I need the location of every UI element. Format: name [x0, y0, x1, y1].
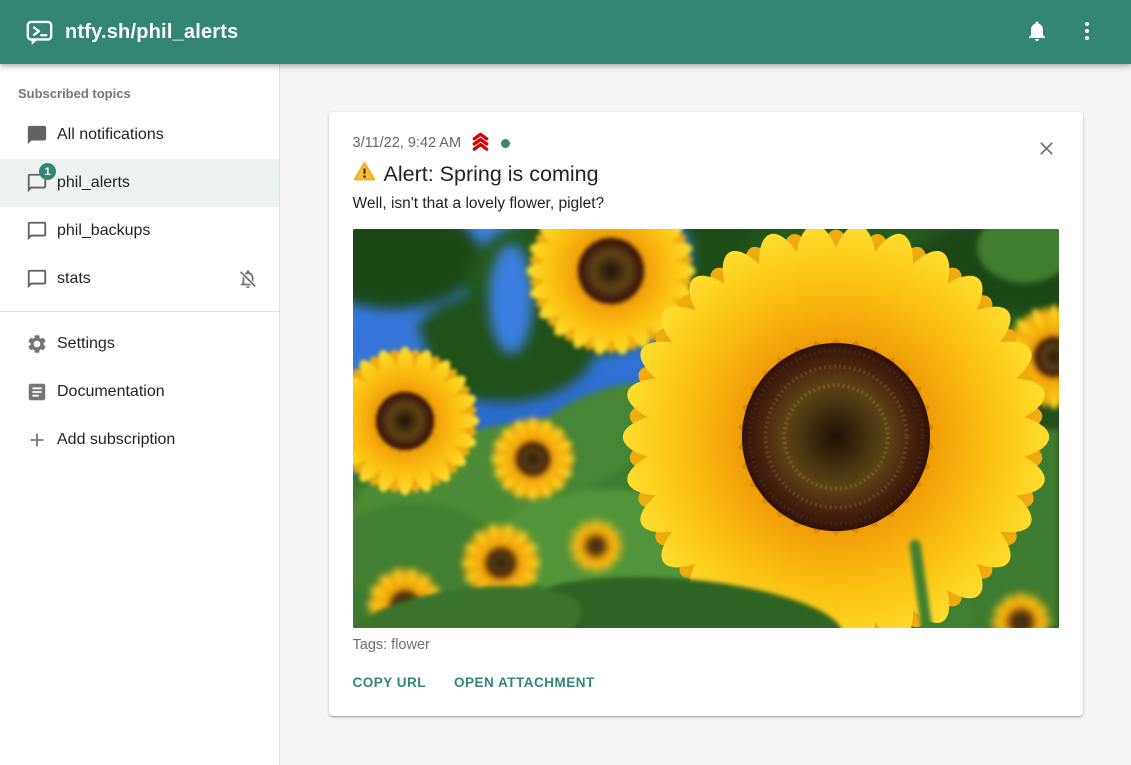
- notification-card: 3/11/22, 9:42 AM: [329, 112, 1083, 716]
- article-icon: [26, 381, 48, 403]
- sidebar-item-stats[interactable]: stats: [0, 255, 279, 303]
- sidebar-item-all-notifications[interactable]: All notifications: [0, 111, 279, 159]
- sidebar-item-settings[interactable]: Settings: [0, 320, 279, 368]
- bell-icon: [1025, 19, 1049, 46]
- unread-count-badge: 1: [39, 163, 56, 180]
- dismiss-notification-button[interactable]: [1033, 136, 1061, 164]
- sidebar-item-label: All notifications: [57, 126, 259, 144]
- chat-bubble-outline-icon: 1: [26, 172, 48, 194]
- copy-url-button[interactable]: COPY URL: [353, 669, 427, 696]
- close-icon: [1036, 138, 1057, 162]
- sidebar-item-add-subscription[interactable]: Add subscription: [0, 416, 279, 464]
- main-area: 3/11/22, 9:42 AM: [280, 64, 1131, 765]
- notification-title-row: Alert: Spring is coming: [353, 160, 1059, 189]
- notification-body: Well, isn't that a lovely flower, piglet…: [353, 195, 1059, 213]
- chat-bubble-filled-icon: [26, 124, 48, 146]
- chat-bubble-outline-icon: [26, 220, 48, 242]
- plus-icon: [26, 429, 48, 451]
- notifications-button[interactable]: [1015, 10, 1059, 54]
- more-vert-icon: [1075, 19, 1099, 46]
- notification-tags: Tags: flower: [353, 637, 1059, 653]
- chat-bubble-outline-icon: [26, 268, 48, 290]
- notification-title: Alert: Spring is coming: [384, 162, 599, 187]
- ntfy-logo-icon: [26, 19, 53, 46]
- sidebar: Subscribed topics All notifications 1 ph…: [0, 64, 280, 765]
- open-attachment-button[interactable]: OPEN ATTACHMENT: [454, 669, 595, 696]
- sidebar-item-label: phil_alerts: [57, 174, 259, 192]
- warning-emoji-icon: [353, 160, 376, 189]
- app-bar: ntfy.sh/phil_alerts: [0, 0, 1131, 64]
- sidebar-item-label: phil_backups: [57, 222, 259, 240]
- unread-dot: [501, 139, 510, 148]
- priority-max-icon: [469, 131, 492, 156]
- notifications-off-icon: [237, 268, 259, 290]
- notification-meta: 3/11/22, 9:42 AM: [353, 133, 1059, 153]
- sidebar-item-phil-backups[interactable]: phil_backups: [0, 207, 279, 255]
- notification-actions: COPY URL OPEN ATTACHMENT: [353, 669, 1059, 702]
- sidebar-item-label: Add subscription: [57, 431, 259, 449]
- gear-icon: [26, 333, 48, 355]
- sidebar-item-label: Documentation: [57, 383, 259, 401]
- overflow-menu-button[interactable]: [1065, 10, 1109, 54]
- ntfy-app: ntfy.sh/phil_alerts Subscribed topics: [0, 0, 1131, 765]
- subscribed-topics-label: Subscribed topics: [0, 64, 279, 111]
- sidebar-item-label: Settings: [57, 335, 259, 353]
- page-title: ntfy.sh/phil_alerts: [65, 21, 238, 44]
- sidebar-item-label: stats: [57, 270, 237, 288]
- attachment-image[interactable]: [353, 229, 1059, 628]
- sidebar-item-phil-alerts[interactable]: 1 phil_alerts: [0, 159, 279, 207]
- sidebar-divider: [0, 311, 279, 312]
- notification-timestamp: 3/11/22, 9:42 AM: [353, 135, 462, 151]
- sidebar-item-documentation[interactable]: Documentation: [0, 368, 279, 416]
